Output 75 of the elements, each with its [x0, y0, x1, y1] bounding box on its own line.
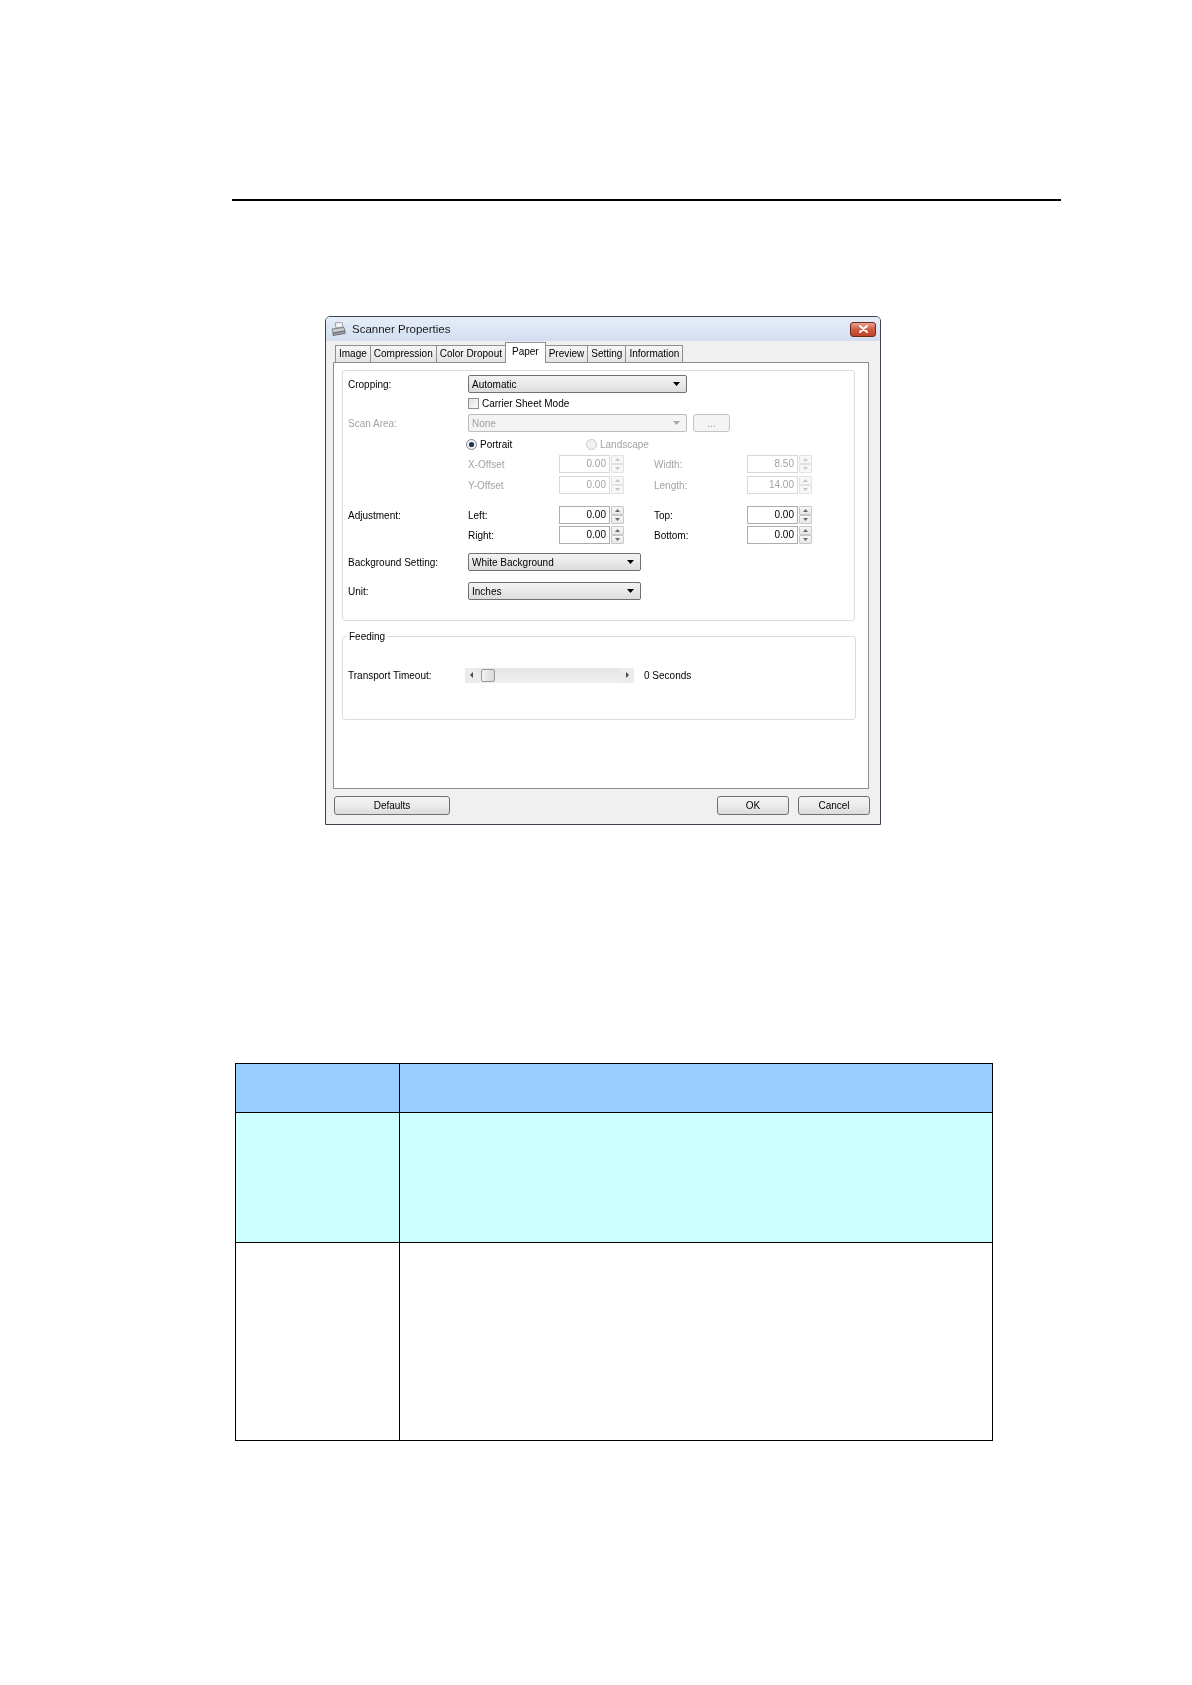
- caret-up-icon: [615, 509, 620, 512]
- spin-down-button[interactable]: [799, 535, 812, 544]
- number-field[interactable]: 0.00: [559, 526, 610, 544]
- dropdown-arrow-icon: [673, 382, 680, 386]
- field-label: Adjustment:: [348, 509, 402, 521]
- radio-button[interactable]: [466, 438, 477, 450]
- field-label: Transport Timeout:: [348, 669, 433, 681]
- group-title: Feeding: [347, 630, 388, 643]
- spin-down-button[interactable]: [611, 515, 624, 524]
- tab[interactable]: Information: [625, 345, 684, 362]
- caret-down-icon: [615, 488, 620, 491]
- dropdown-arrow-icon: [627, 560, 634, 564]
- field-label: X-Offset: [468, 458, 506, 470]
- caret-down-icon: [615, 467, 620, 470]
- dialog-button[interactable]: Cancel: [798, 796, 870, 815]
- caret-up-icon: [615, 458, 620, 461]
- field-label: Unit:: [348, 585, 370, 597]
- tab[interactable]: Preview: [544, 345, 589, 362]
- radio-label: Portrait: [480, 438, 513, 450]
- field-label: Length:: [654, 479, 689, 491]
- tab[interactable]: Paper: [505, 342, 546, 363]
- tab[interactable]: Setting: [587, 345, 627, 362]
- close-button[interactable]: [850, 321, 876, 337]
- caret-up-icon: [803, 458, 808, 461]
- scroll-left-button[interactable]: [465, 667, 478, 683]
- spin-up-button[interactable]: [611, 506, 624, 515]
- spin-up-button[interactable]: [799, 526, 812, 535]
- caret-right-icon: [626, 672, 629, 678]
- field-label: Y-Offset: [468, 479, 505, 491]
- caret-left-icon: [470, 672, 473, 678]
- tab[interactable]: Image: [335, 345, 371, 362]
- field-label: Background Setting:: [348, 556, 440, 568]
- field-label: Bottom:: [654, 529, 690, 541]
- dialog-button[interactable]: OK: [717, 796, 789, 815]
- slider-thumb[interactable]: [481, 668, 495, 682]
- field-label: Scan Area:: [348, 417, 398, 429]
- caret-up-icon: [615, 479, 620, 482]
- spin-up-button[interactable]: [799, 506, 812, 515]
- caret-down-icon: [615, 518, 620, 521]
- field-label: Width:: [654, 458, 684, 470]
- close-icon: [858, 325, 868, 333]
- slider-value: 0 Seconds: [644, 669, 692, 681]
- checkbox-label: Carrier Sheet Mode: [482, 398, 570, 409]
- dropdown[interactable]: Inches: [468, 582, 641, 600]
- caret-up-icon: [803, 509, 808, 512]
- field-label: Cropping:: [348, 378, 393, 390]
- caret-up-icon: [803, 529, 808, 532]
- dialog-button[interactable]: Defaults: [334, 796, 450, 815]
- checkbox[interactable]: [468, 398, 479, 409]
- dropdown-arrow-icon: [627, 589, 634, 593]
- radio-label: Landscape: [600, 438, 649, 450]
- window-title: Scanner Properties: [352, 323, 452, 335]
- scanner-icon: [331, 322, 346, 336]
- dropdown-arrow-icon: [673, 421, 680, 425]
- caret-down-icon: [803, 538, 808, 541]
- caret-down-icon: [615, 538, 620, 541]
- caret-down-icon: [803, 518, 808, 521]
- number-field[interactable]: 0.00: [747, 506, 798, 524]
- field-label: Top:: [654, 509, 674, 521]
- field-label: Right:: [468, 529, 496, 541]
- spin-down-button[interactable]: [611, 535, 624, 544]
- spin-down-button[interactable]: [799, 515, 812, 524]
- caret-down-icon: [803, 467, 808, 470]
- caret-down-icon: [803, 488, 808, 491]
- number-field[interactable]: 0.00: [747, 526, 798, 544]
- caret-up-icon: [803, 479, 808, 482]
- tab[interactable]: Compression: [369, 345, 437, 362]
- caret-up-icon: [615, 529, 620, 532]
- dropdown[interactable]: White Background: [468, 553, 641, 571]
- scroll-right-button[interactable]: [621, 667, 634, 683]
- field-label: Left:: [468, 509, 489, 521]
- number-field[interactable]: 0.00: [559, 506, 610, 524]
- spin-up-button[interactable]: [611, 526, 624, 535]
- dropdown[interactable]: Automatic: [468, 375, 687, 393]
- tab[interactable]: Color Dropout: [435, 345, 506, 362]
